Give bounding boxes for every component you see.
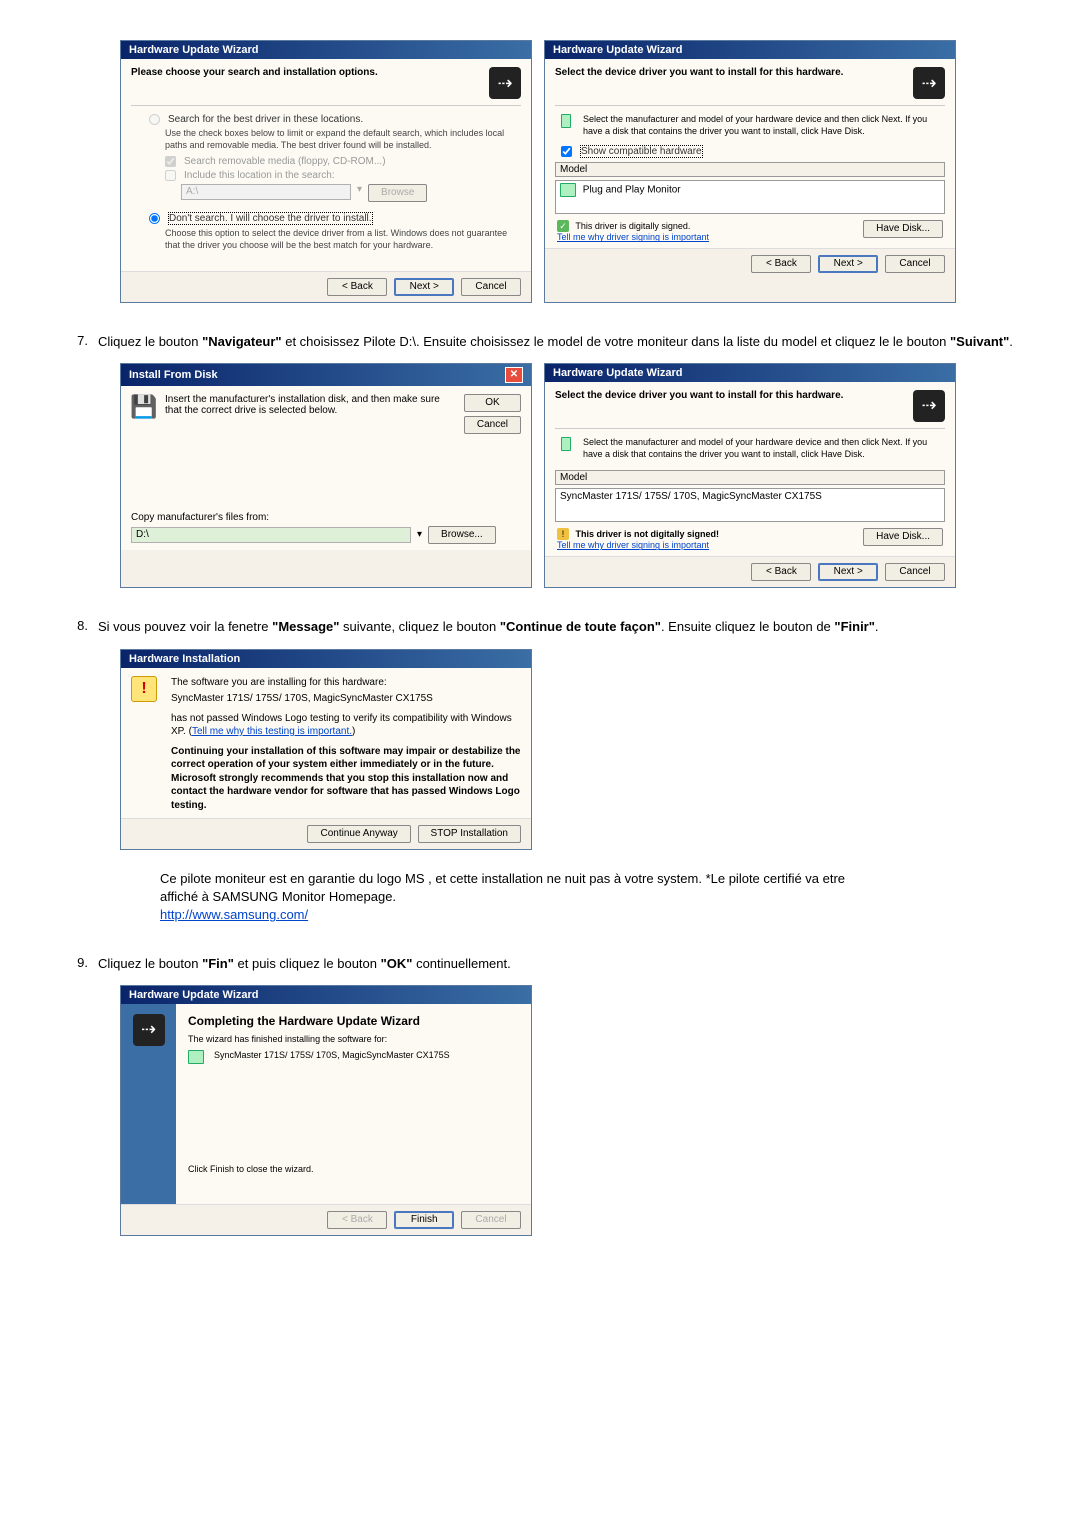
next-button[interactable]: Next > (818, 563, 878, 581)
browse-button[interactable]: Browse... (428, 526, 496, 544)
model-header: Model (555, 162, 945, 177)
unsigned-status: ! This driver is not digitally signed! (557, 528, 719, 540)
disk-icon: 💾 (131, 394, 157, 420)
cancel-button[interactable]: Cancel (885, 563, 945, 581)
heading: Select the device driver you want to ins… (555, 67, 843, 78)
have-disk-button[interactable]: Have Disk... (863, 220, 943, 238)
cancel-button: Cancel (461, 1211, 521, 1229)
install-from-disk-dialog: Install From Disk ✕ 💾 Insert the manufac… (120, 363, 532, 588)
ok-button[interactable]: OK (464, 394, 521, 412)
step-number: 9. (60, 955, 88, 973)
back-button[interactable]: < Back (751, 563, 811, 581)
wizard-search-options: Hardware Update Wizard Please choose you… (120, 40, 532, 303)
hw-line1: The software you are installing for this… (171, 676, 521, 690)
testing-link[interactable]: Tell me why this testing is important. (192, 726, 352, 737)
wizard-select-driver: Hardware Update Wizard Select the device… (544, 40, 956, 303)
check-removable-media: Search removable media (floppy, CD-ROM..… (165, 156, 511, 167)
complete-line2: Click Finish to close the wizard. (188, 1164, 519, 1174)
check-show-compatible[interactable]: Show compatible hardware (561, 145, 939, 158)
have-disk-button[interactable]: Have Disk... (863, 528, 943, 546)
complete-model: SyncMaster 171S/ 175S/ 170S, MagicSyncMa… (214, 1050, 450, 1064)
wizard-icon: ⇢ (489, 67, 521, 99)
hw-line3: has not passed Windows Logo testing to v… (171, 712, 521, 739)
finish-button[interactable]: Finish (394, 1211, 454, 1229)
step-number: 8. (60, 618, 88, 636)
radio-dont-search-desc: Choose this option to select the device … (165, 228, 511, 251)
monitor-icon (561, 437, 571, 451)
titlebar: Hardware Update Wizard (121, 41, 531, 59)
path-input: A:\ (181, 184, 351, 200)
wizard-icon: ⇢ (133, 1014, 165, 1046)
titlebar: Hardware Installation (121, 650, 531, 668)
close-icon[interactable]: ✕ (505, 367, 523, 383)
wizard-icon: ⇢ (913, 67, 945, 99)
title-text: Hardware Update Wizard (129, 989, 259, 1001)
wizard-select-driver-2: Hardware Update Wizard Select the device… (544, 363, 956, 588)
model-list[interactable]: SyncMaster 171S/ 175S/ 170S, MagicSyncMa… (555, 488, 945, 522)
stop-installation-button[interactable]: STOP Installation (418, 825, 521, 843)
step-number: 7. (60, 333, 88, 351)
notes-paragraph: Ce pilote moniteur est en garantie du lo… (160, 870, 880, 925)
cancel-button[interactable]: Cancel (461, 278, 521, 296)
titlebar: Install From Disk ✕ (121, 364, 531, 386)
monitor-icon (188, 1050, 204, 1064)
complete-line1: The wizard has finished installing the s… (188, 1034, 519, 1044)
instruction: Select the manufacturer and model of you… (583, 437, 939, 460)
back-button[interactable]: < Back (327, 278, 387, 296)
hw-warning: Continuing your installation of this sof… (171, 745, 521, 813)
signed-status: ✓ This driver is digitally signed. (557, 220, 709, 232)
radio-search-desc: Use the check boxes below to limit or ex… (165, 128, 511, 151)
model-header: Model (555, 470, 945, 485)
title-text: Hardware Update Wizard (129, 44, 259, 56)
model-list[interactable]: Plug and Play Monitor (555, 180, 945, 214)
hardware-installation-dialog: Hardware Installation ! The software you… (120, 649, 532, 851)
continue-anyway-button[interactable]: Continue Anyway (307, 825, 410, 843)
next-button[interactable]: Next > (394, 278, 454, 296)
copy-from-label: Copy manufacturer's files from: (131, 512, 521, 523)
copy-from-input[interactable]: D:\ (131, 527, 411, 543)
signed-icon: ✓ (557, 220, 569, 232)
step7-text: Cliquez le bouton "Navigateur" et choisi… (98, 333, 1020, 351)
signing-info-link[interactable]: Tell me why driver signing is important (557, 232, 709, 242)
step9-text: Cliquez le bouton "Fin" et puis cliquez … (98, 955, 1020, 973)
title-text: Install From Disk (129, 369, 218, 381)
title-text: Hardware Update Wizard (553, 44, 683, 56)
warning-icon: ! (131, 676, 157, 702)
step8-text: Si vous pouvez voir la fenetre "Message"… (98, 618, 1020, 636)
cancel-button[interactable]: Cancel (885, 255, 945, 273)
wizard-icon: ⇢ (913, 390, 945, 422)
heading: Please choose your search and installati… (131, 67, 378, 78)
hw-line2: SyncMaster 171S/ 175S/ 170S, MagicSyncMa… (171, 692, 521, 706)
check-include-location: Include this location in the search: (165, 170, 511, 181)
radio-dont-search[interactable]: Don't search. I will choose the driver t… (149, 212, 511, 225)
wizard-complete: Hardware Update Wizard ⇢ Completing the … (120, 985, 532, 1236)
monitor-icon (560, 183, 576, 197)
complete-heading: Completing the Hardware Update Wizard (188, 1014, 519, 1028)
heading: Select the device driver you want to ins… (555, 390, 843, 401)
browse-button: Browse (368, 184, 427, 202)
warning-icon: ! (557, 528, 569, 540)
titlebar: Hardware Update Wizard (545, 41, 955, 59)
title-text: Hardware Update Wizard (553, 367, 683, 379)
title-text: Hardware Installation (129, 653, 240, 665)
samsung-link[interactable]: http://www.samsung.com/ (160, 907, 308, 922)
back-button: < Back (327, 1211, 387, 1229)
next-button[interactable]: Next > (818, 255, 878, 273)
titlebar: Hardware Update Wizard (545, 364, 955, 382)
monitor-icon (561, 114, 571, 128)
signing-info-link[interactable]: Tell me why driver signing is important (557, 540, 719, 550)
radio-search[interactable]: Search for the best driver in these loca… (149, 114, 511, 125)
titlebar: Hardware Update Wizard (121, 986, 531, 1004)
instruction: Insert the manufacturer's installation d… (165, 394, 454, 416)
cancel-button[interactable]: Cancel (464, 416, 521, 434)
back-button[interactable]: < Back (751, 255, 811, 273)
instruction: Select the manufacturer and model of you… (583, 114, 939, 137)
